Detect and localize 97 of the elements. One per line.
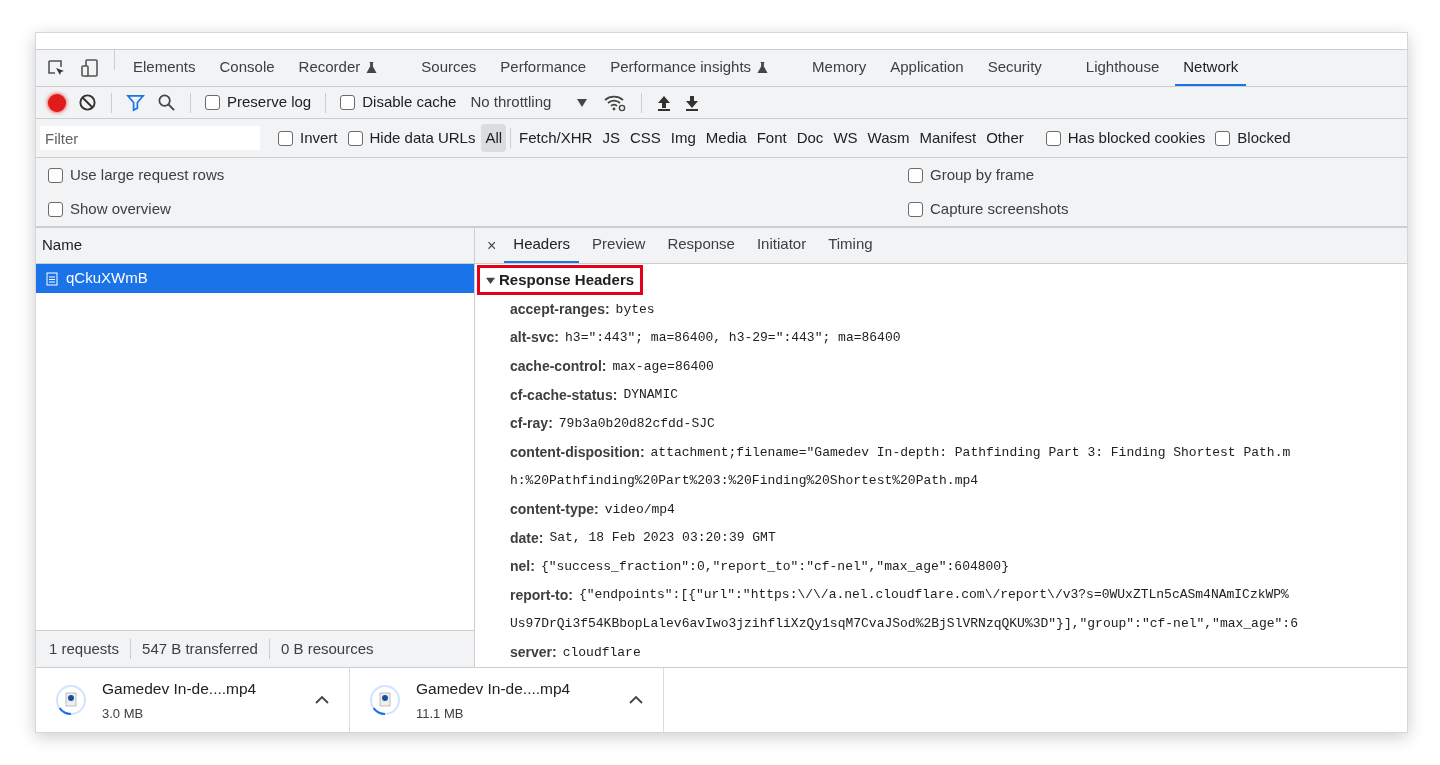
panel-tab[interactable]: Lighthouse <box>1077 50 1168 86</box>
header-name: content-disposition: <box>510 442 645 462</box>
header-name: date: <box>510 528 544 548</box>
checkbox[interactable] <box>278 130 293 146</box>
header-name: accept-ranges: <box>510 299 610 319</box>
request-row[interactable]: qCkuXWmB <box>36 264 474 293</box>
checkbox-label: Hide data URLs <box>369 127 476 148</box>
download-item[interactable]: Gamedev In-de....mp4 11.1 MB <box>350 668 664 732</box>
panel-tab[interactable]: Security <box>979 50 1050 86</box>
throttling-dropdown[interactable]: No throttling <box>470 91 588 114</box>
filter-icon[interactable] <box>126 93 145 112</box>
checkbox-label: Has blocked cookies <box>1067 127 1206 148</box>
detail-tab[interactable]: Preview <box>583 228 655 263</box>
type-filter[interactable]: All <box>481 123 507 153</box>
search-icon[interactable] <box>157 93 176 112</box>
clear-icon[interactable] <box>78 93 97 112</box>
header-value: Sat, 18 Feb 2023 03:20:39 GMT <box>549 529 776 548</box>
caret-icon <box>486 275 495 285</box>
section-toggle[interactable]: Response Headers <box>477 265 644 295</box>
file-name: Gamedev In-de....mp4 <box>102 678 258 699</box>
detail-tab[interactable]: Response <box>658 228 744 263</box>
checkbox[interactable] <box>347 130 363 146</box>
checkbox-label: Blocked <box>1237 127 1291 148</box>
file-size: 11.1 MB <box>416 704 465 723</box>
header-value: max-age=86400 <box>612 357 714 376</box>
detail-tab[interactable]: Initiator <box>747 228 816 263</box>
caret-icon <box>577 98 588 107</box>
checkbox-label: Preserve log <box>227 92 312 113</box>
header-name: server: <box>510 642 557 662</box>
device-toolbar-icon[interactable] <box>80 58 100 78</box>
checkbox[interactable] <box>908 201 923 217</box>
panel-tab[interactable]: Sources <box>413 50 485 86</box>
header-value: {"success_fraction":0,"report_to":"cf-nel","max_age":604800} <box>540 557 1009 576</box>
checkbox-label: Capture screenshots <box>930 198 1069 219</box>
header-value: cloudflare <box>562 643 641 662</box>
file-name: Gamedev In-de....mp4 <box>416 678 572 699</box>
type-filter[interactable]: Font <box>752 123 791 153</box>
column-header[interactable]: Name <box>36 228 474 264</box>
panel-tab[interactable]: Application <box>882 50 972 86</box>
download-item[interactable]: Gamedev In-de....mp4 3.0 MB <box>36 668 350 732</box>
type-filter[interactable]: CSS <box>625 123 665 153</box>
header-name: alt-svc: <box>510 328 560 348</box>
filter-input[interactable]: Filter <box>40 126 260 150</box>
header-value: {"endpoints":[{"url":"https:\/\/a.nel.cloudflare.com\/report\/v3?s=0WUxZTLn5cASm4NAmICzkWP% <box>579 586 1289 605</box>
header-name: content-type: <box>510 499 599 519</box>
checkbox-label: Show overview <box>70 198 171 219</box>
header-value: Us97DrQi3f54KBbopLalev6avIwo3jzihfliXzQy1sqM7CvaJSod%2BjSlVRNzqQKU%3D"}],"group":"cf-nel","max_age":6 <box>510 615 1298 634</box>
panel-tab[interactable]: Performance <box>492 50 595 86</box>
panel-tab[interactable]: Recorder <box>290 50 386 86</box>
header-name: nel: <box>510 557 535 577</box>
header-value: video/mp4 <box>604 500 675 519</box>
type-filter[interactable]: WS <box>829 123 862 153</box>
file-size: 3.0 MB <box>102 704 145 723</box>
checkbox[interactable] <box>48 201 63 217</box>
type-filter[interactable]: Wasm <box>863 123 914 153</box>
header-name: cf-ray: <box>510 414 553 434</box>
header-value: h3=":443"; ma=86400, h3-29=":443"; ma=86400 <box>565 329 901 348</box>
checkbox-label: Group by frame <box>930 164 1035 185</box>
checkbox[interactable] <box>908 167 923 183</box>
panel-tab[interactable]: Memory <box>804 50 875 86</box>
request-name: qCkuXWmB <box>66 268 148 289</box>
type-filter[interactable]: JS <box>598 123 624 153</box>
header-name: cf-cache-status: <box>510 385 618 405</box>
panel-tab[interactable]: Elements <box>125 50 204 86</box>
type-filter[interactable]: Other <box>982 123 1028 153</box>
status-text: 1 requests <box>48 638 121 659</box>
checkbox-label: Invert <box>300 127 338 148</box>
document-icon <box>46 271 58 286</box>
chevron-up-icon[interactable] <box>315 695 329 705</box>
checkbox-label: Use large request rows <box>70 164 225 185</box>
chevron-up-icon[interactable] <box>629 695 643 705</box>
panel-tab[interactable]: Performance insights <box>602 50 777 86</box>
type-filter[interactable]: Media <box>701 123 751 153</box>
header-name: cache-control: <box>510 357 607 376</box>
type-filter[interactable]: Img <box>666 123 700 153</box>
header-name: report-to: <box>510 585 573 605</box>
detail-tab[interactable]: Timing <box>819 228 882 263</box>
status-text: 0 B resources <box>279 638 375 659</box>
record-button[interactable] <box>48 93 66 112</box>
panel-tab[interactable]: Console <box>211 50 283 86</box>
checkbox-label: Disable cache <box>362 92 457 113</box>
checkbox[interactable] <box>1045 130 1061 146</box>
header-value: bytes <box>615 300 655 319</box>
header-value: attachment;filename="Gamedev In-depth: Pathfinding Part 3: Finding Shortest Path.m <box>650 443 1291 462</box>
header-value: h:%20Pathfinding%20Part%203:%20Finding%20Shortest%20Path.mp4 <box>510 472 979 491</box>
type-filter[interactable]: Manifest <box>915 123 981 153</box>
checkbox[interactable] <box>1215 130 1231 146</box>
header-value: 79b3a0b20d82cfdd-SJC <box>558 414 715 433</box>
download-icon[interactable] <box>684 93 701 112</box>
status-text: 547 B transferred <box>141 638 259 659</box>
type-filter[interactable]: Fetch/XHR <box>515 123 597 153</box>
type-filter[interactable]: Doc <box>792 123 828 153</box>
header-value: DYNAMIC <box>623 386 678 405</box>
checkbox[interactable] <box>340 95 356 110</box>
checkbox[interactable] <box>48 167 63 183</box>
detail-tab[interactable]: Headers <box>504 228 580 263</box>
checkbox[interactable] <box>205 95 220 110</box>
